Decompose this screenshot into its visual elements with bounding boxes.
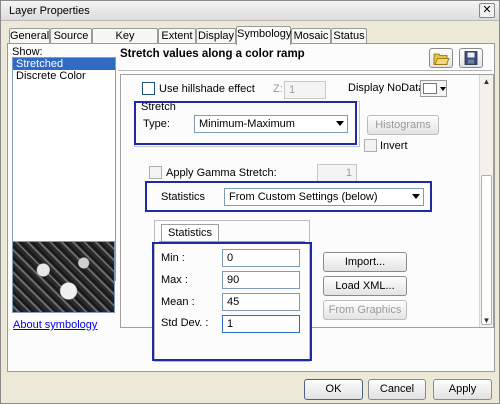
hillshade-label: Use hillshade effect [159,83,255,95]
scroll-down-icon[interactable]: ▼ [480,314,493,327]
vertical-scrollbar[interactable]: ▲ ▼ [479,75,493,327]
symbology-panel: Show: Stretched Discrete Color About sym… [7,43,495,372]
load-xml-button[interactable]: Load XML... [323,276,407,296]
apply-button[interactable]: Apply [433,379,492,400]
statistics-highlight-box [145,181,432,212]
hillshade-z-label: Z: [273,83,283,95]
stretch-highlight-box [134,101,357,145]
tab-display[interactable]: Display [196,28,236,44]
layer-properties-dialog: Layer Properties ✕ General Source Key Me… [0,0,500,404]
nodata-color-picker[interactable] [420,80,447,97]
statistics-tab[interactable]: Statistics [161,224,220,242]
renderer-item-stretched[interactable]: Stretched [13,58,115,70]
tab-status[interactable]: Status [331,28,367,44]
scrollbar-thumb[interactable] [481,175,492,325]
cancel-button[interactable]: Cancel [368,379,426,400]
gamma-label: Apply Gamma Stretch: [166,167,277,179]
tab-key-metadata[interactable]: Key Metadata [92,28,158,54]
gamma-field[interactable]: 1 [317,164,357,182]
nodata-color-swatch [423,83,437,94]
open-button[interactable] [429,48,453,68]
title-bar: Layer Properties ✕ [1,1,499,21]
from-graphics-button[interactable]: From Graphics [323,300,407,320]
import-button[interactable]: Import... [323,252,407,272]
tab-general[interactable]: General [9,28,50,44]
save-icon [460,51,482,70]
renderer-heading: Stretch values along a color ramp [120,48,305,60]
tab-extent[interactable]: Extent [158,28,196,44]
ok-button[interactable]: OK [304,379,363,400]
invert-checkbox[interactable] [364,139,377,152]
chevron-down-icon [440,87,446,91]
folder-open-icon [430,53,452,70]
hillshade-z-field[interactable]: 1 [284,81,326,99]
window-title: Layer Properties [9,5,90,17]
gamma-checkbox[interactable] [149,166,162,179]
raster-preview-image [12,241,115,313]
hillshade-checkbox[interactable] [142,82,155,95]
close-button[interactable]: ✕ [479,3,495,18]
custom-statistics-highlight-box [152,242,312,361]
about-symbology-link[interactable]: About symbology [13,319,97,331]
renderer-item-discrete-color[interactable]: Discrete Color [13,70,115,82]
stretch-settings-area: Use hillshade effect Z: 1 Display NoData… [120,74,494,362]
header-divider [118,70,492,71]
save-button[interactable] [459,48,483,68]
histograms-button[interactable]: Histograms [367,115,439,135]
tab-symbology[interactable]: Symbology [236,26,291,45]
tab-source[interactable]: Source [50,28,92,44]
tab-mosaic[interactable]: Mosaic [291,28,331,44]
invert-label: Invert [380,140,408,152]
scroll-up-icon[interactable]: ▲ [480,75,493,88]
